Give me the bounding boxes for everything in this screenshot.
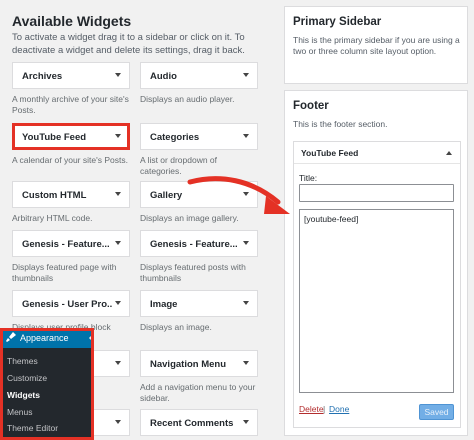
widget-audio[interactable]: Audio (140, 62, 258, 89)
widget-title: Navigation Menu (150, 359, 227, 370)
widget-toggle-icon[interactable] (243, 134, 249, 138)
widget-toggle-icon[interactable] (115, 73, 121, 77)
title-input[interactable] (299, 184, 454, 202)
widget-custom-html[interactable]: Custom HTML (12, 181, 130, 208)
widget-toggle-icon[interactable] (243, 301, 249, 305)
widget-title: Archives (22, 71, 63, 82)
done-link[interactable]: Done (329, 404, 349, 414)
content-textarea[interactable]: [youtube-feed] (299, 209, 454, 393)
widget-title: Genesis - User Pro... (22, 299, 112, 310)
widget-toggle-icon[interactable] (243, 73, 249, 77)
widget-title: Recent Comments (150, 418, 234, 429)
youtube-feed-highlight (12, 123, 130, 150)
footer-title[interactable]: Footer (293, 100, 329, 112)
widget-header-title: YouTube Feed (301, 148, 359, 158)
red-arrow-icon (187, 176, 290, 214)
widget-desc: A calendar of your site's Posts. (12, 155, 128, 165)
title-label: Title: (299, 173, 318, 183)
widget-desc: A monthly archive of your site's Posts. (12, 94, 129, 115)
widget-toggle-icon[interactable] (115, 241, 121, 245)
widget-desc: Displays featured posts with thumbnails (140, 262, 246, 283)
widget-toggle-icon[interactable] (243, 361, 249, 365)
saved-button[interactable]: Saved (419, 404, 454, 420)
widget-toggle-icon[interactable] (243, 420, 249, 424)
widget-genesis-user-profile[interactable]: Genesis - User Pro... (12, 290, 130, 317)
widget-title: Image (150, 299, 178, 310)
widget-title: Custom HTML (22, 190, 87, 201)
widget-header[interactable]: YouTube Feed (294, 142, 460, 164)
primary-sidebar-title[interactable]: Primary Sidebar (293, 16, 381, 28)
link-separator: | (323, 404, 326, 414)
widget-toggle-icon[interactable] (243, 241, 249, 245)
widget-title: Categories (150, 132, 200, 143)
widget-toggle-icon[interactable] (115, 192, 121, 196)
widget-title: Audio (150, 71, 177, 82)
widget-title: Genesis - Feature... (22, 239, 110, 250)
widget-title: Genesis - Feature... (150, 239, 238, 250)
widget-image[interactable]: Image (140, 290, 258, 317)
widget-desc: Arbitrary HTML code. (12, 213, 93, 223)
widget-genesis-featured-page[interactable]: Genesis - Feature... (12, 230, 130, 257)
widget-navigation-menu[interactable]: Navigation Menu (140, 350, 258, 377)
delete-link[interactable]: Delete (299, 404, 324, 414)
widget-toggle-icon[interactable] (115, 361, 121, 365)
widget-toggle-icon[interactable] (115, 420, 121, 424)
widget-desc: Displays an image. (140, 322, 212, 332)
footer-desc: This is the footer section. (293, 119, 388, 129)
available-widgets-heading: Available Widgets (12, 13, 132, 29)
collapse-icon[interactable] (446, 151, 452, 155)
widget-genesis-featured-posts[interactable]: Genesis - Feature... (140, 230, 258, 257)
widget-categories[interactable]: Categories (140, 123, 258, 150)
widget-desc: Add a navigation menu to your sidebar. (140, 382, 256, 403)
available-widgets-intro: To activate a widget drag it to a sideba… (12, 32, 245, 56)
widget-toggle-icon[interactable] (115, 301, 121, 305)
widget-desc: Displays featured page with thumbnails (12, 262, 117, 283)
appearance-menu-highlight (0, 328, 94, 440)
primary-sidebar-desc: This is the primary sidebar if you are u… (293, 35, 460, 56)
widget-recent-comments[interactable]: Recent Comments (140, 409, 258, 436)
widget-desc: Displays an audio player. (140, 94, 235, 104)
widget-archives[interactable]: Archives (12, 62, 130, 89)
